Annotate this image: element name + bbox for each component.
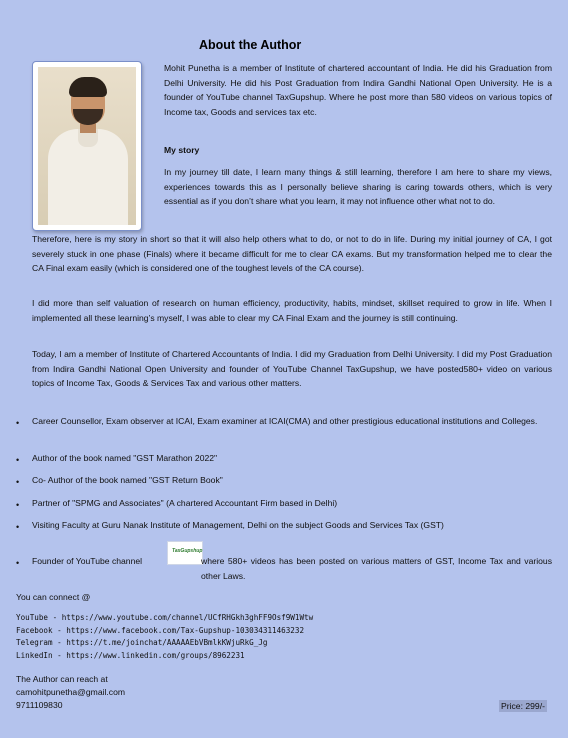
taxgupshup-logo: TaxGupshup (167, 541, 203, 565)
bullet-marker: • (16, 522, 20, 532)
connect-heading: You can connect @ (16, 592, 91, 602)
bullet-marker: • (16, 558, 20, 568)
list-item-founder-prefix: Founder of YouTube channel (32, 556, 143, 566)
list-item: Partner of "SPMG and Associates" (A char… (32, 498, 338, 508)
book-page: About the Author Mohit Punetha is a memb… (0, 0, 568, 738)
linkedin-link[interactable]: LinkedIn - https://www.linkedin.com/grou… (16, 650, 245, 663)
my-story-heading: My story (164, 145, 200, 155)
list-item-founder-suffix: where 580+ videos has been posted on var… (201, 554, 552, 583)
story-paragraph-4: Today, I am a member of Institute of Cha… (32, 349, 552, 389)
bullet-marker: • (16, 455, 20, 465)
bullet-marker: • (16, 500, 20, 510)
list-item: Co- Author of the book named "GST Return… (32, 475, 223, 485)
story-paragraph-2: Therefore, here is my story in short so … (32, 234, 552, 274)
list-item: Author of the book named "GST Marathon 2… (32, 453, 218, 463)
bullet-marker: • (16, 477, 20, 487)
story-paragraph-3: I did more than self valuation of resear… (32, 298, 552, 323)
page-title: About the Author (199, 38, 302, 52)
author-portrait-image (38, 67, 136, 225)
author-phone: 9711109830 (16, 700, 63, 710)
list-item: Visiting Faculty at Guru Nanak Institute… (32, 520, 444, 530)
story-paragraph-1: In my journey till date, I learn many th… (164, 167, 552, 207)
logo-wordmark: TaxGupshup (172, 548, 203, 554)
author-photo (32, 61, 142, 231)
telegram-link[interactable]: Telegram - https://t.me/joinchat/AAAAAEb… (16, 637, 267, 650)
reach-heading: The Author can reach at (16, 674, 108, 684)
facebook-link[interactable]: Facebook - https://www.facebook.com/Tax-… (16, 625, 304, 638)
price-tag: Price: 299/- (499, 700, 547, 712)
list-item-founder-suffix-text: where 580+ videos has been posted on var… (201, 556, 552, 581)
list-item: Career Counsellor, Exam observer at ICAI… (32, 416, 538, 426)
author-email[interactable]: camohitpunetha@gmail.com (16, 686, 125, 699)
youtube-link[interactable]: YouTube - https://www.youtube.com/channe… (16, 612, 313, 625)
author-intro: Mohit Punetha is a member of Institute o… (164, 63, 552, 117)
bullet-marker: • (16, 418, 20, 428)
